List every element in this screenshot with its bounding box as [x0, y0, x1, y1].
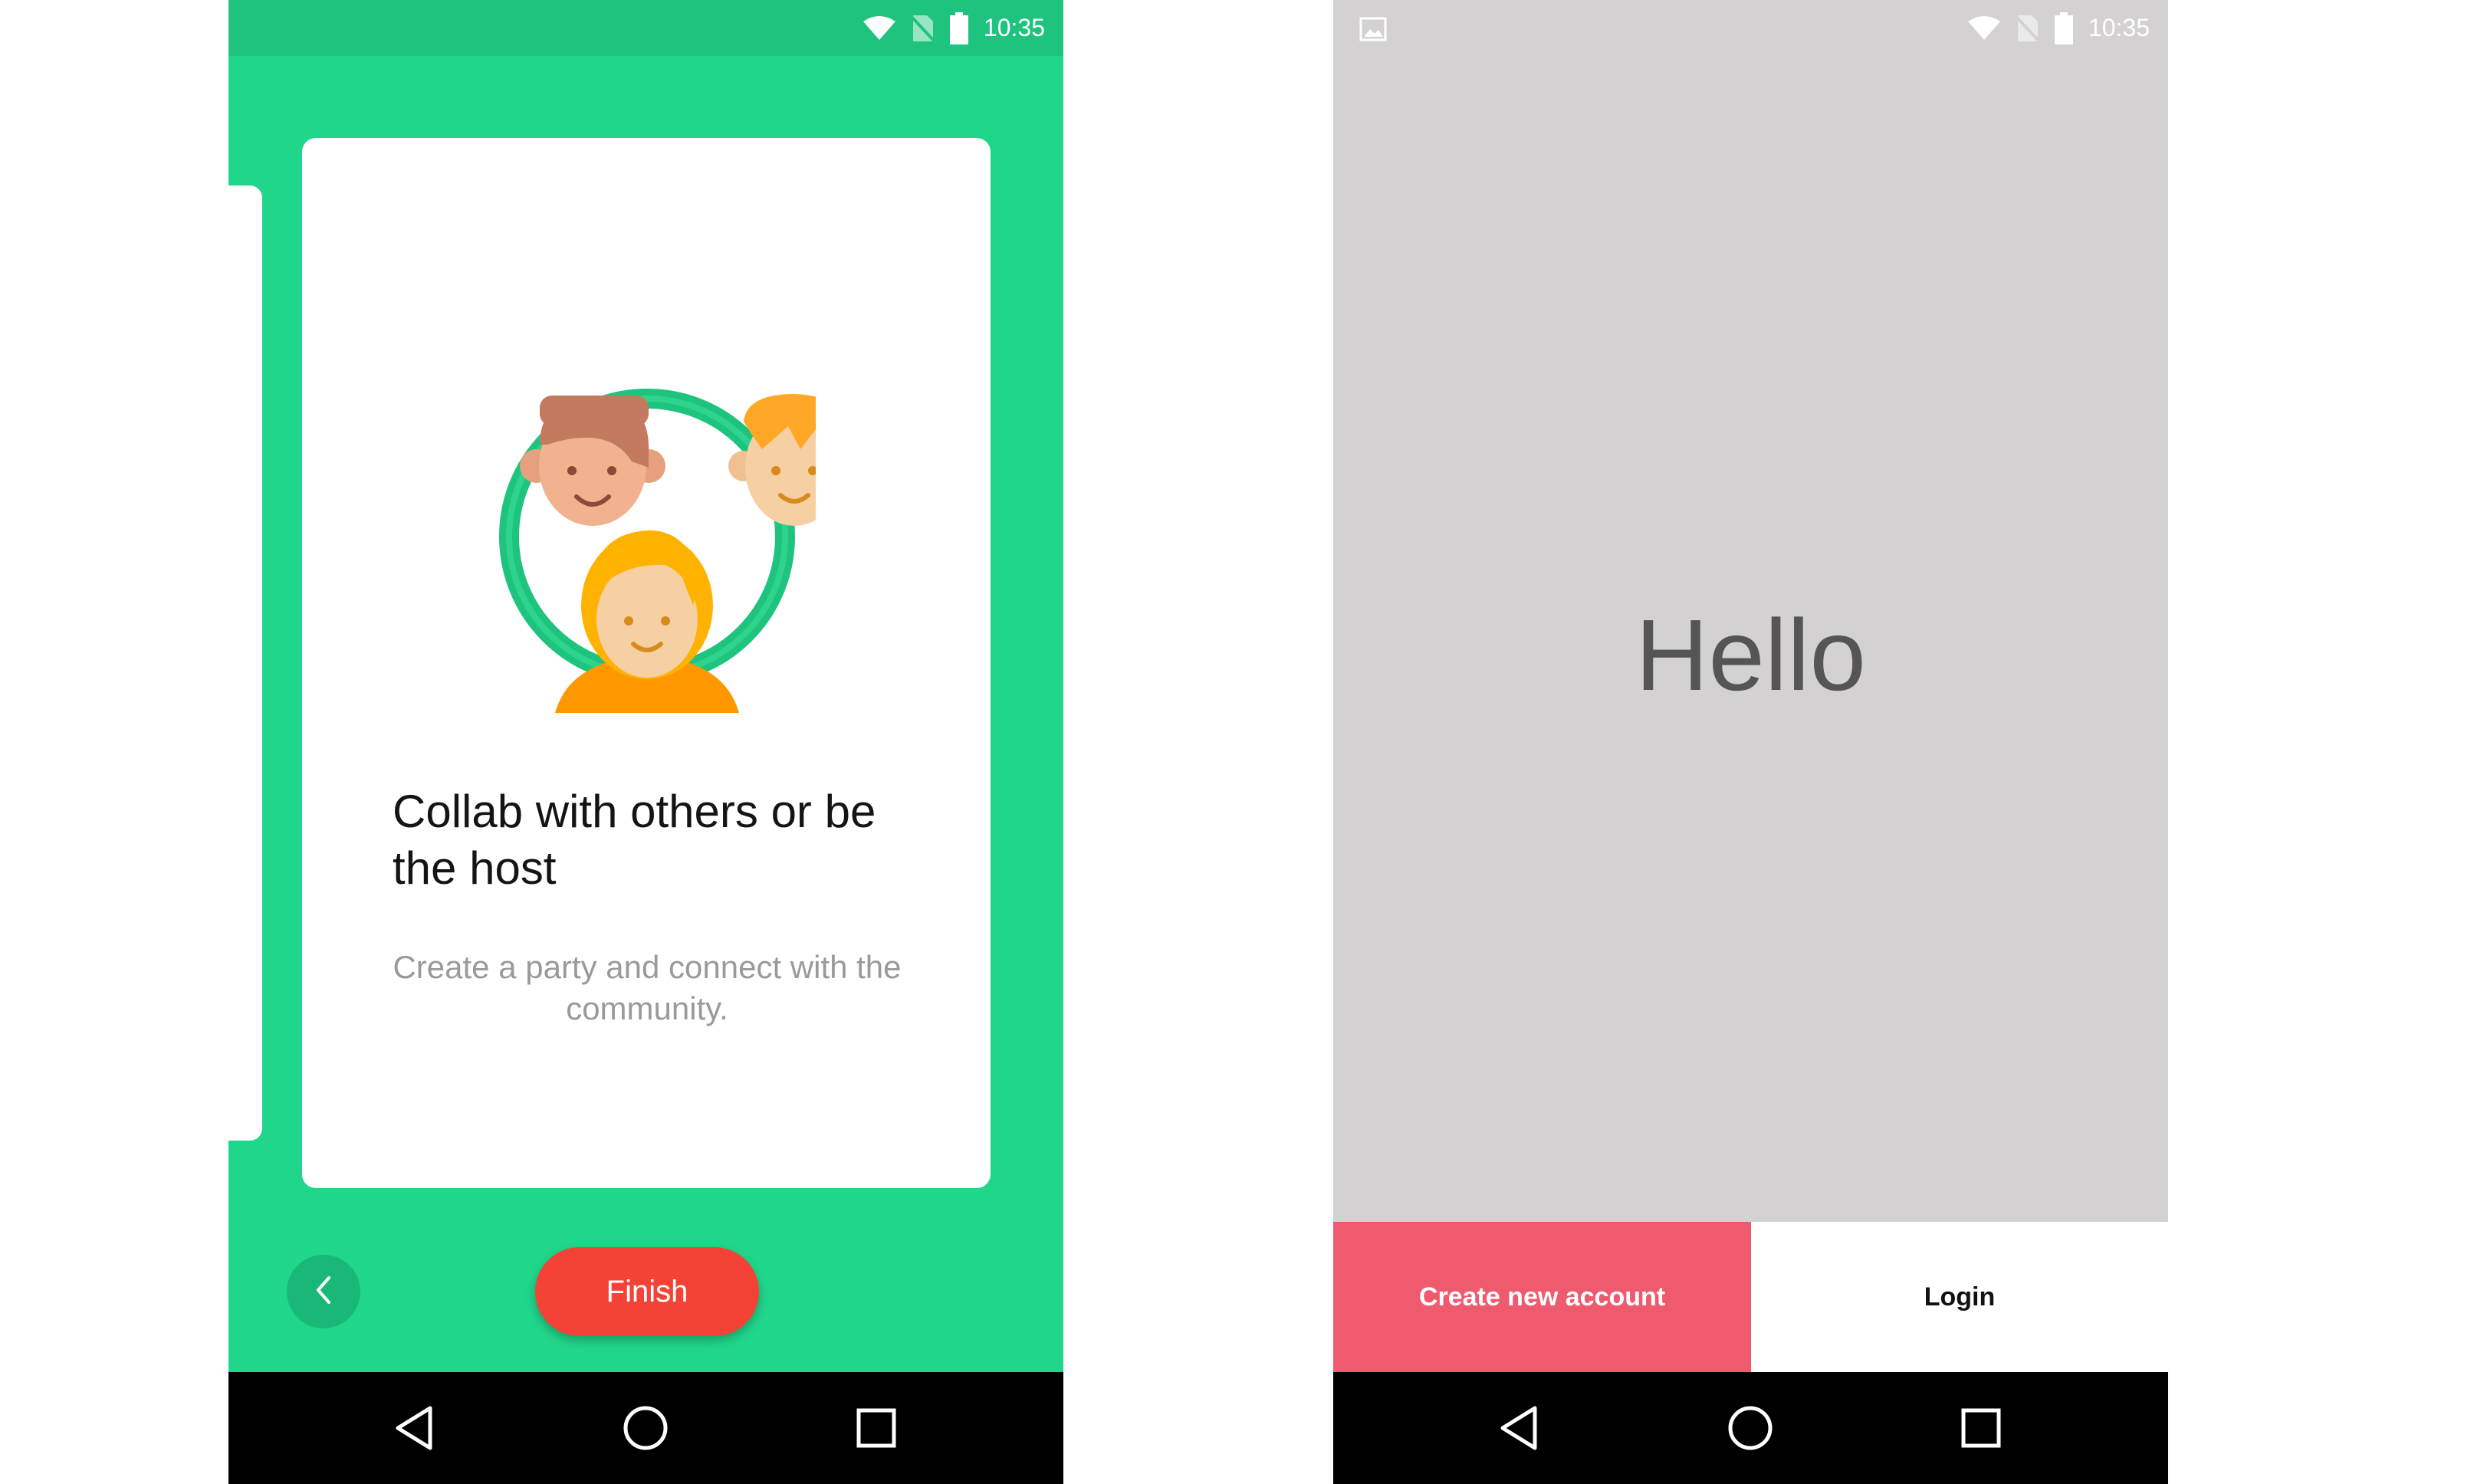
card-title: Collab with others or be the host [393, 786, 876, 894]
status-time: 10:35 [2088, 14, 2150, 41]
status-bar: 10:35 [1333, 0, 2168, 56]
finish-button[interactable]: Finish [535, 1247, 759, 1336]
nav-home-icon[interactable] [617, 1400, 674, 1456]
navigation-bar [1333, 1372, 2168, 1484]
wifi-icon [1967, 15, 2001, 41]
people-collab-illustration [478, 376, 860, 713]
chevron-left-icon [312, 1275, 335, 1309]
status-bar: 10:35 [228, 0, 1063, 56]
nav-home-icon[interactable] [1722, 1400, 1779, 1456]
navigation-bar [228, 1372, 1063, 1484]
nav-back-icon[interactable] [1491, 1400, 1548, 1456]
login-button[interactable]: Login [1751, 1222, 2168, 1372]
nav-recents-icon[interactable] [1953, 1400, 2009, 1456]
create-account-button[interactable]: Create new account [1333, 1222, 1751, 1372]
wifi-icon [863, 15, 896, 41]
battery-icon [949, 11, 968, 44]
battery-icon [2054, 11, 2073, 44]
previous-card-peek[interactable] [228, 186, 262, 1141]
card-description: Create a party and connect with the comm… [393, 949, 902, 1026]
onboarding-screen: 10:35 Collab with others or be the host … [228, 0, 1063, 1484]
no-sim-icon [2016, 14, 2039, 43]
greeting-text: Hello [1635, 599, 1866, 711]
nav-back-icon[interactable] [386, 1400, 443, 1456]
no-sim-icon [911, 14, 935, 43]
previous-button[interactable] [287, 1255, 360, 1328]
welcome-screen: 10:35 Hello Create new account Login [1333, 0, 2168, 1484]
nav-recents-icon[interactable] [848, 1400, 905, 1456]
status-time: 10:35 [983, 14, 1045, 41]
gallery-notification-icon [1359, 17, 1387, 45]
onboarding-card: Collab with others or be the host Create… [302, 138, 991, 1188]
